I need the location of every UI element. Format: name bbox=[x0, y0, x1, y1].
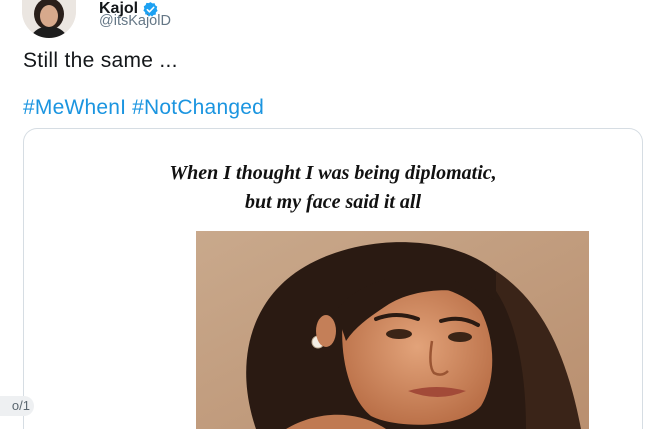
portrait-image bbox=[196, 231, 589, 429]
user-handle[interactable]: @itsKajolD bbox=[99, 13, 171, 29]
meme-photo[interactable] bbox=[196, 231, 589, 429]
hashtag-notchanged[interactable]: #NotChanged bbox=[132, 96, 264, 120]
hashtag-list: #MeWhenI #NotChanged bbox=[23, 96, 264, 120]
tweet-text: Still the same ... bbox=[23, 49, 178, 72]
meme-caption-line-2: but my face said it all bbox=[244, 191, 422, 213]
meme-caption: When I thought I was being diplomatic, b… bbox=[24, 159, 642, 217]
media-card[interactable]: When I thought I was being diplomatic, b… bbox=[23, 128, 643, 429]
page-indicator: o/1 bbox=[0, 396, 34, 416]
avatar[interactable] bbox=[22, 0, 76, 38]
meme-caption-line-1: When I thought I was being diplomatic, bbox=[169, 162, 497, 184]
avatar-image bbox=[22, 0, 76, 38]
hashtag-mewheni[interactable]: #MeWhenI bbox=[23, 96, 126, 120]
